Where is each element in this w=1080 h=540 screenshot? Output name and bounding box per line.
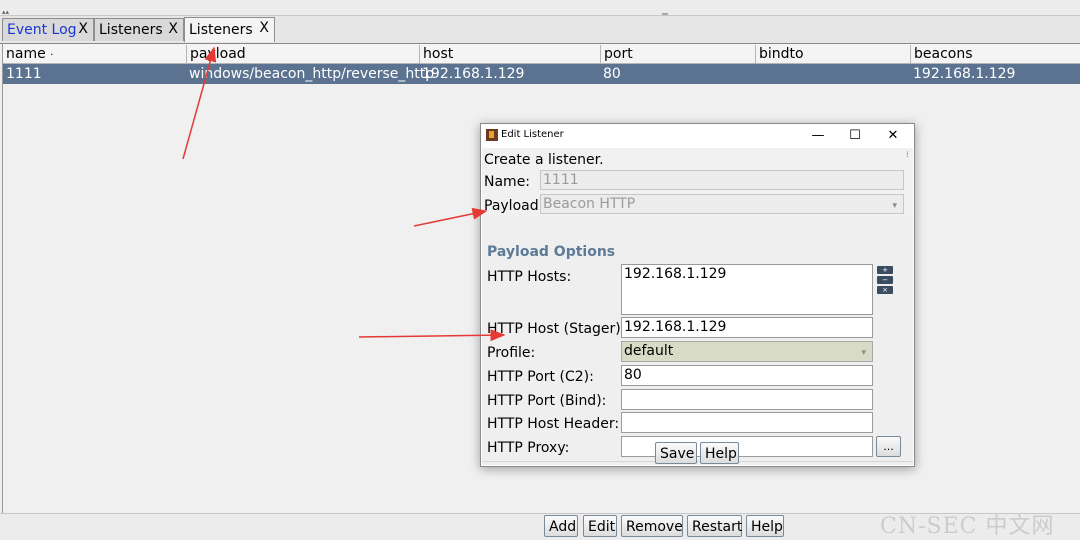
annotation-arrows — [182, 46, 506, 342]
arrow-to-payload-field — [413, 207, 488, 227]
arrow-to-payload-column — [182, 46, 217, 160]
arrow-to-profile-field — [358, 329, 506, 342]
